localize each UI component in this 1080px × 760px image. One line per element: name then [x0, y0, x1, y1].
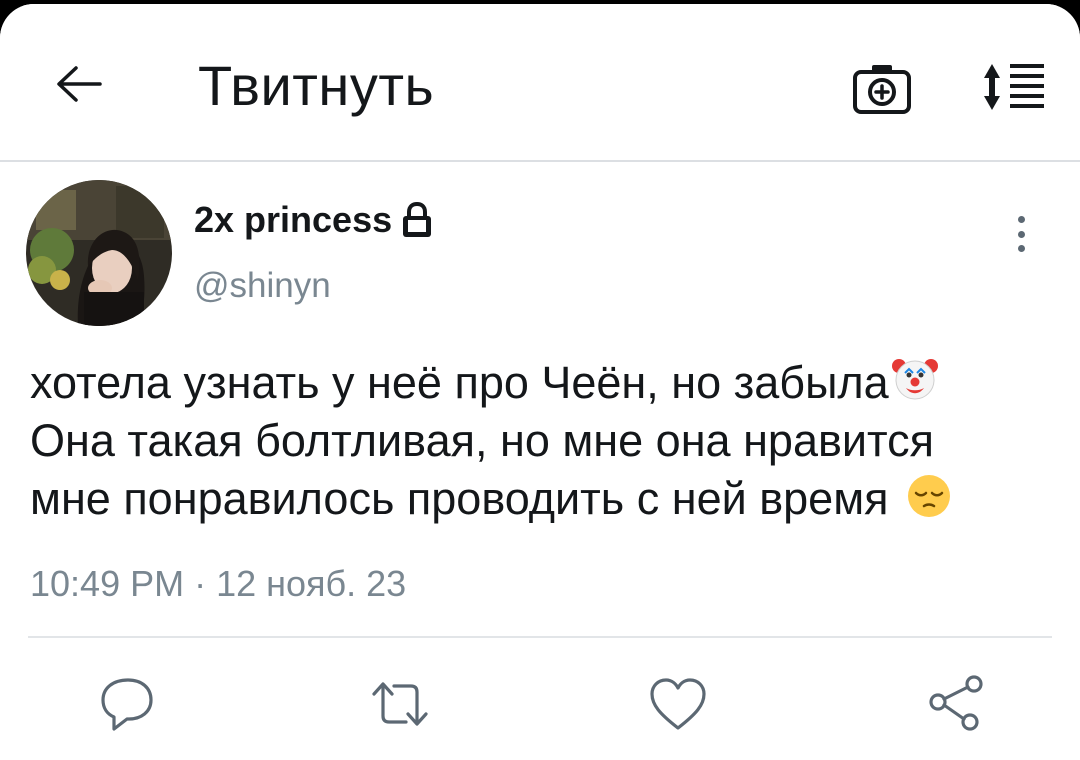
more-dot	[1017, 245, 1025, 252]
sort-button[interactable]	[982, 62, 1048, 112]
reply-icon	[101, 678, 153, 731]
tweet-line-2: Она такая болтливая, но мне она нравится	[30, 415, 934, 466]
tweet-screen: Твитнуть 2x princess @shinyn хотела узна…	[0, 4, 1080, 760]
share-button[interactable]	[926, 672, 990, 736]
like-button[interactable]	[646, 672, 710, 736]
top-bar: Твитнуть	[0, 4, 1080, 162]
arrow-left-icon	[57, 66, 102, 102]
sort-arrows-icon	[984, 64, 1044, 110]
more-options-button[interactable]	[1008, 210, 1034, 258]
share-icon	[929, 675, 983, 731]
user-handle[interactable]: @shinyn	[194, 264, 331, 308]
divider	[28, 636, 1052, 638]
tweet-line-1: хотела узнать у неё про Чеён, но забыла	[30, 354, 1070, 412]
display-name[interactable]: 2x princess	[194, 198, 434, 242]
tweet-text: хотела узнать у неё про Чеён, но забыла …	[30, 354, 1070, 528]
reply-button[interactable]	[96, 672, 160, 736]
tweet-timestamp[interactable]: 10:49 PM · 12 нояб. 23	[30, 562, 406, 606]
heart-icon	[650, 678, 706, 730]
more-dot	[1017, 216, 1025, 223]
display-name-text: 2x princess	[194, 199, 393, 240]
camera-add-icon	[853, 65, 911, 114]
pensive-emoji	[907, 475, 950, 517]
back-button[interactable]	[52, 60, 104, 108]
camera-button[interactable]	[852, 62, 912, 116]
tweet-line-3: мне понравилось проводить с ней время	[30, 470, 1070, 528]
retweet-icon	[372, 682, 428, 726]
page-title: Твитнуть	[198, 54, 435, 117]
clown-emoji	[891, 359, 938, 400]
retweet-button[interactable]	[368, 672, 432, 736]
more-dot	[1017, 230, 1025, 238]
avatar[interactable]	[26, 180, 172, 326]
tweet-line-1-text: хотела узнать у неё про Чеён, но забыла	[30, 357, 889, 408]
tweet-line-3-text: мне понравилось проводить с ней время	[30, 473, 889, 524]
lock-icon	[403, 201, 432, 237]
